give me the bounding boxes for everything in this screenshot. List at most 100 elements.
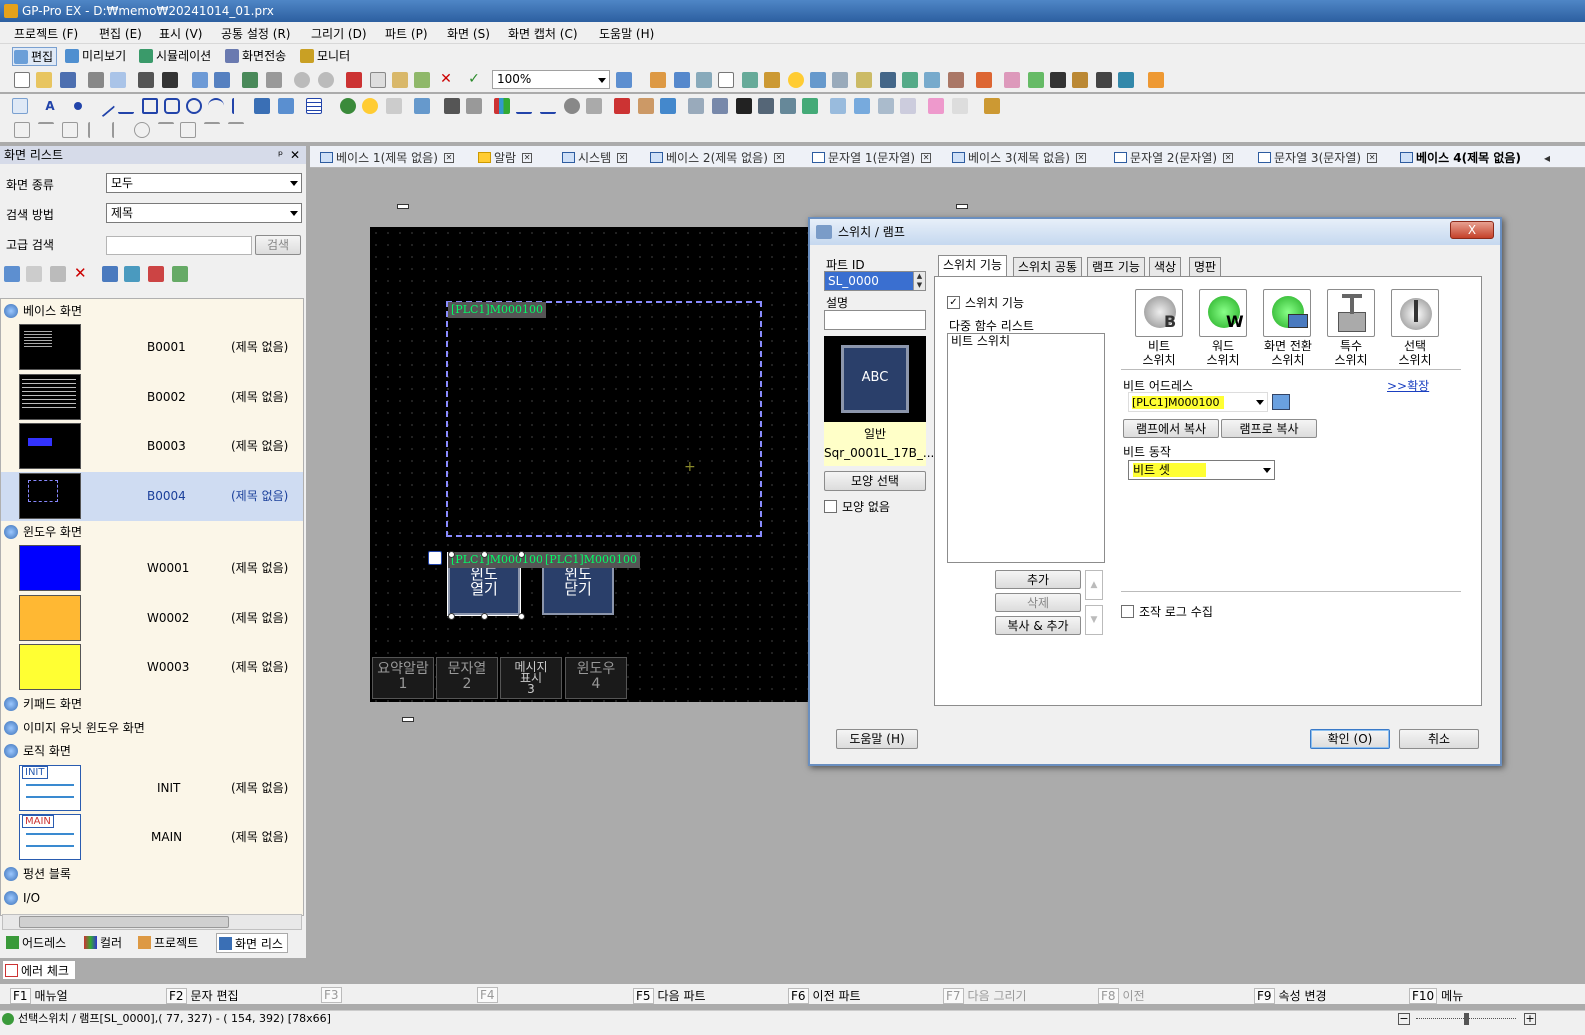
f9-key[interactable]: F9 속성 변경 [1254,987,1327,1004]
distribute-v-icon[interactable] [112,122,128,138]
gear-icon[interactable] [564,98,580,114]
menu-project[interactable]: 프로젝트 (F) [14,25,78,42]
canvas-handle[interactable] [402,717,414,722]
move-down-button[interactable]: ▼ [1085,605,1103,635]
category-window[interactable]: 윈도우 화면 [3,522,82,542]
screen-item-main[interactable]: MAIN MAIN (제목 없음) [1,813,303,862]
front-icon[interactable] [204,122,220,138]
f10-key[interactable]: F10 메뉴 [1409,987,1463,1004]
part-i-icon[interactable] [878,98,894,114]
category-image-unit[interactable]: 이미지 유닛 윈도우 화면 [3,718,145,738]
canvas-handle[interactable] [956,204,968,209]
slider-icon[interactable] [466,98,482,114]
f6-key[interactable]: F6 이전 파트 [788,987,861,1004]
save-icon[interactable] [60,72,76,88]
screen-item-b0004[interactable]: B0004 (제목 없음) [1,472,303,521]
open-icon[interactable] [36,72,52,88]
part-id-spinner[interactable]: ▲ ▼ [913,272,925,290]
dialog-close-button[interactable]: X [1450,221,1494,239]
rectangle-tool-icon[interactable] [142,98,158,114]
hand-icon[interactable] [928,98,944,114]
image-tool-icon[interactable] [278,98,294,114]
screen-item-w0001[interactable]: W0001 (제목 없음) [1,544,303,593]
tab-address[interactable]: 어드레스 [4,933,66,953]
scale-tool-icon[interactable] [232,98,248,114]
part-h-icon[interactable] [854,98,870,114]
delete-button[interactable]: 삭제 [995,593,1081,612]
image-icon[interactable] [976,72,992,88]
screen-change-switch-button[interactable] [1263,289,1311,337]
screen-item-b0002[interactable]: B0002 (제목 없음) [1,373,303,422]
transfer-button[interactable]: 화면전송 [224,47,286,66]
search-method-select[interactable]: 제목 [106,203,302,223]
rotate-icon[interactable] [134,122,150,138]
canvas-handle[interactable] [397,204,409,209]
trend-icon[interactable] [540,98,556,114]
menu-edit[interactable]: 편집 (E) [99,25,142,42]
symbol-icon[interactable] [674,72,690,88]
print-preview-icon[interactable] [110,72,126,88]
tab-color[interactable]: 컬러 [82,933,122,953]
pointer-icon[interactable] [12,98,28,114]
part-j-icon[interactable] [900,98,916,114]
monitor-button[interactable]: 모니터 [299,47,350,66]
close-icon[interactable]: ✕ [522,153,533,163]
category-function-block[interactable]: 펑션 블록 [3,864,71,884]
keypad-icon[interactable] [444,98,460,114]
import-icon[interactable] [102,266,118,282]
delete-icon[interactable]: ✕ [438,72,454,88]
copy-screen-icon[interactable] [26,266,42,282]
search-button[interactable]: 검색 [255,235,301,255]
polygon-tool-icon[interactable] [164,98,180,114]
zoom-fit-icon[interactable] [616,72,632,88]
pin-icon[interactable]: ᵖ [278,146,283,164]
simulation-button[interactable]: 시뮬레이션 [138,47,211,66]
doc-tab-string1[interactable]: 문자열 1(문자열) ✕ [810,149,932,167]
script-icon[interactable] [952,98,968,114]
tab-color[interactable]: 색상 [1149,257,1182,277]
menu-capture[interactable]: 화면 캡처 (C) [508,25,578,42]
display-icon[interactable] [1118,72,1134,88]
copy-add-button[interactable]: 복사 & 추가 [995,616,1081,635]
line-tool-icon[interactable] [92,94,116,118]
dot-tool-icon[interactable] [74,102,82,110]
expand-link[interactable]: >>확장 [1387,377,1429,394]
f4-key[interactable]: F4 [477,987,502,1003]
operation-log-checkbox[interactable] [1121,605,1134,618]
f8-key[interactable]: F8 이전 [1098,987,1145,1004]
part-b-icon[interactable] [712,98,728,114]
description-input[interactable] [824,310,926,330]
error-check-tab[interactable]: 에러 체크 [2,960,76,980]
category-keypad[interactable]: 키패드 화면 [3,694,82,714]
part-a-icon[interactable] [688,98,704,114]
distribute-h-icon[interactable] [88,122,104,138]
doc-tab-alarm[interactable]: 알람 ✕ [476,149,533,167]
tab-switch-common[interactable]: 스위치 공통 [1013,257,1083,277]
sound-icon[interactable] [856,72,872,88]
screen-canvas[interactable]: [PLC1]M000100 + 윈도 열기 [PLC1]M000100 윈도 닫기 … [370,227,810,702]
move-up-button[interactable]: ▲ [1085,570,1103,600]
selection-handle[interactable] [448,613,455,620]
horizontal-scrollbar[interactable] [2,914,302,930]
selection-handle[interactable] [448,551,455,558]
tab-switch-function[interactable]: 스위치 기능 [938,255,1008,277]
menu-view[interactable]: 표시 (V) [159,25,202,42]
duplicate-icon[interactable] [414,72,430,88]
category-logic[interactable]: 로직 화면 [3,741,71,761]
multi-function-list[interactable]: 비트 스위치 [947,333,1105,563]
list-item[interactable]: 비트 스위치 [948,334,1104,349]
text-tool-icon[interactable]: A [42,98,58,114]
fill-tool-icon[interactable] [254,98,270,114]
screen-item-w0002[interactable]: W0002 (제목 없음) [1,594,303,643]
variable-icon[interactable] [880,72,896,88]
doc-tab-string3[interactable]: 문자열 3(문자열) ✕ [1256,149,1378,167]
align-left-icon[interactable] [14,122,30,138]
selection-handle[interactable] [481,551,488,558]
bit-action-select[interactable]: 비트 셋 [1128,460,1275,480]
line-graph-icon[interactable] [516,98,532,114]
open-screen-icon[interactable] [214,72,230,88]
copy-to-lamp-button[interactable]: 램프로 복사 [1221,419,1317,438]
new-screen-icon[interactable] [192,72,208,88]
copy-icon[interactable] [370,72,386,88]
preview-button[interactable]: 미리보기 [64,47,126,66]
